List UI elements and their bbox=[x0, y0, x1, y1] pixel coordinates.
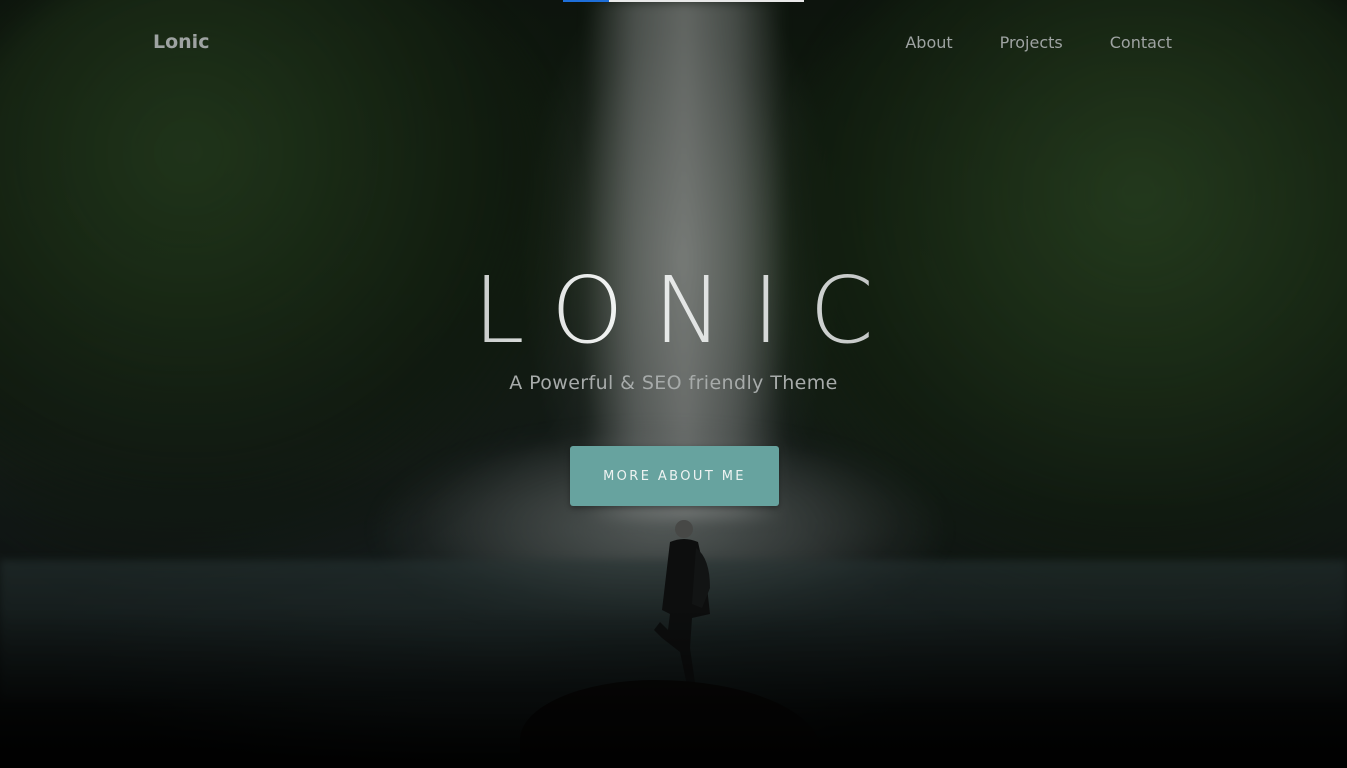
hero-title: LONIC bbox=[0, 256, 1347, 366]
nav-link-contact[interactable]: Contact bbox=[1110, 33, 1172, 52]
nav-link-about[interactable]: About bbox=[905, 33, 952, 52]
hero-subtitle: A Powerful & SEO friendly Theme bbox=[509, 372, 838, 394]
more-about-me-button[interactable]: MORE ABOUT ME bbox=[570, 446, 779, 506]
navbar: Lonic About Projects Contact bbox=[0, 0, 1347, 88]
hero-section: Lonic About Projects Contact LONIC A Pow… bbox=[0, 0, 1347, 768]
nav-links: About Projects Contact bbox=[858, 33, 1172, 52]
brand-logo-link[interactable]: Lonic bbox=[153, 31, 209, 53]
nav-link-projects[interactable]: Projects bbox=[1000, 33, 1063, 52]
